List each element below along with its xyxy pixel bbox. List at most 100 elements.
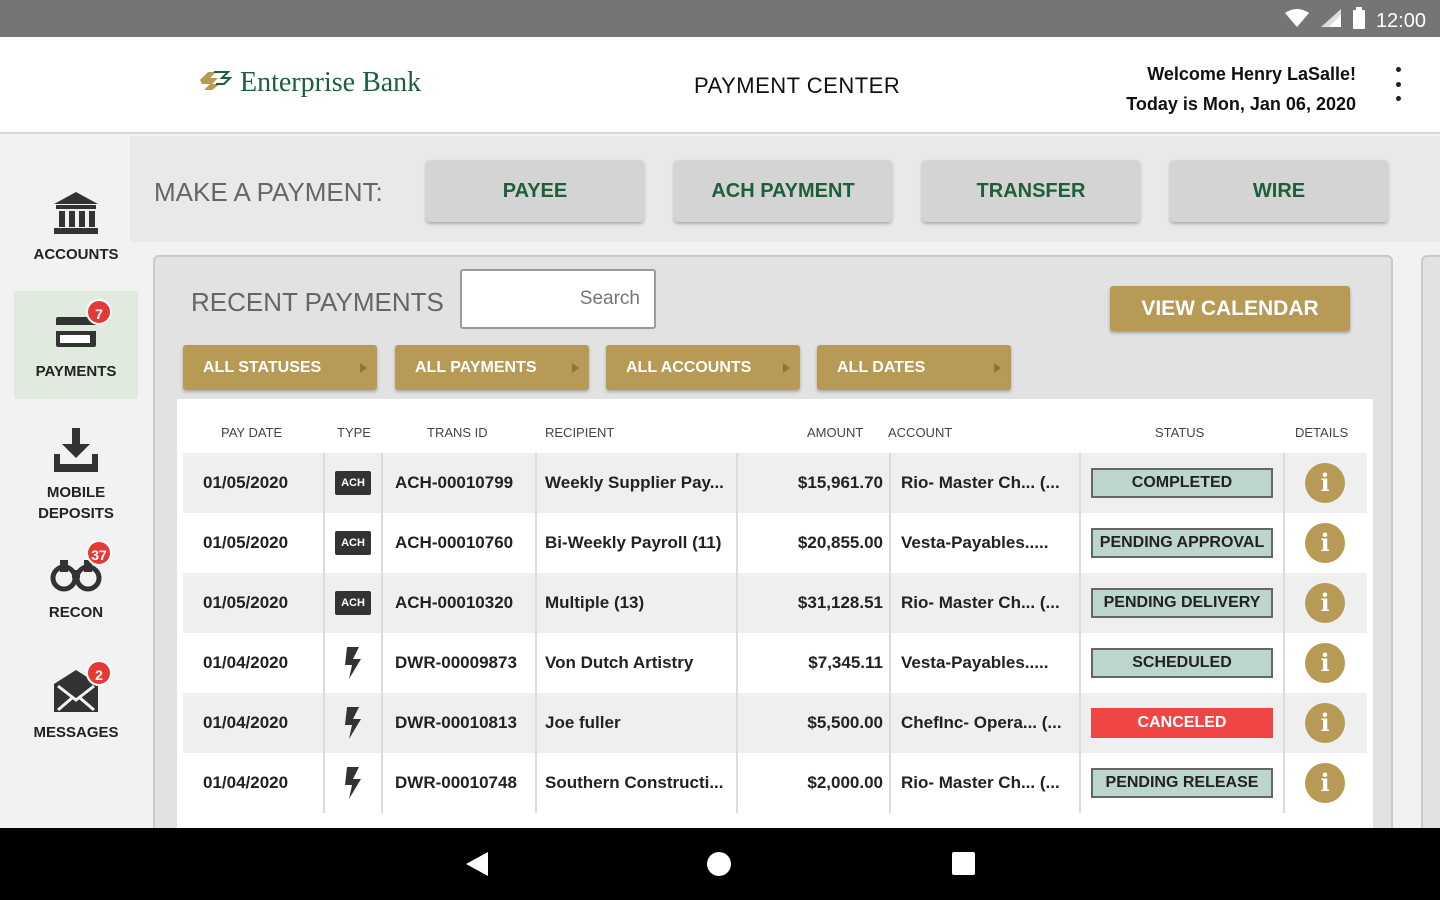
- overflow-menu-icon[interactable]: [1392, 67, 1404, 101]
- cell-divider: [889, 753, 891, 813]
- payments-badge: 7: [86, 299, 112, 325]
- info-icon[interactable]: i: [1305, 463, 1345, 503]
- sidebar-item-recon[interactable]: 37 RECON: [14, 540, 138, 623]
- col-type[interactable]: TYPE: [337, 425, 371, 440]
- col-account[interactable]: ACCOUNT: [888, 425, 952, 440]
- sidebar-item-payments[interactable]: 7 PAYMENTS: [14, 291, 138, 399]
- cell-divider: [323, 753, 325, 813]
- sidebar-label-recon: RECON: [48, 604, 104, 621]
- cell-divider: [1079, 453, 1081, 513]
- cell-pay-date: 01/05/2020: [203, 593, 289, 612]
- table-row[interactable]: 01/04/2020 DWR-00009873 Von Dutch Artistry…: [183, 633, 1367, 693]
- home-icon[interactable]: [707, 852, 731, 876]
- sidebar-item-mobile-deposits[interactable]: MOBILE DEPOSITS: [14, 426, 138, 524]
- table-row[interactable]: 01/04/2020 DWR-00010813 Joe fuller $5,500.0…: [183, 693, 1367, 753]
- messages-badge: 2: [86, 660, 112, 686]
- table-row[interactable]: 01/05/2020 ACH ACH-00010760 Bi-Weekly Payro…: [183, 513, 1367, 573]
- cell-divider: [381, 513, 383, 573]
- cell-trans-id: ACH-00010320: [395, 593, 514, 612]
- cell-recipient: Multiple (13): [545, 593, 645, 612]
- table-row[interactable]: 01/04/2020 DWR-00010748 Southern Construct…: [183, 753, 1367, 813]
- enterprise-bank-logo-icon: [198, 69, 233, 98]
- cell-amount: $15,961.70: [797, 473, 883, 492]
- caret-right-icon: [994, 363, 1001, 373]
- recent-apps-icon[interactable]: [952, 852, 975, 875]
- col-trans-id[interactable]: TRANS ID: [427, 425, 488, 440]
- cell-divider: [381, 453, 383, 513]
- ach-type-icon: ACH: [335, 471, 371, 495]
- cell-divider: [736, 573, 738, 633]
- wire-button[interactable]: WIRE: [1170, 160, 1388, 222]
- status-badge: COMPLETED: [1091, 468, 1273, 498]
- next-card-edge: [1421, 255, 1440, 855]
- cell-divider: [736, 513, 738, 573]
- info-icon[interactable]: i: [1305, 643, 1345, 683]
- table-row[interactable]: 01/05/2020 ACH ACH-00010320 Multiple (13) $3…: [183, 573, 1367, 633]
- col-recipient[interactable]: RECIPIENT: [545, 425, 614, 440]
- cell-divider: [1283, 633, 1285, 693]
- table-row[interactable]: 01/05/2020 ACH ACH-00010799 Weekly Supplier…: [183, 453, 1367, 513]
- cell-account: Vesta-Payables.....: [901, 533, 1049, 552]
- cell-divider: [535, 633, 537, 693]
- cell-divider: [1283, 573, 1285, 633]
- bank-icon: [48, 188, 104, 238]
- cell-divider: [1079, 633, 1081, 693]
- sidebar-label-accounts: ACCOUNTS: [33, 246, 119, 263]
- cell-divider: [1079, 693, 1081, 753]
- cell-divider: [889, 633, 891, 693]
- info-icon[interactable]: i: [1305, 583, 1345, 623]
- sidebar-nav: ACCOUNTS 7 PAYMENTS MOBILE DEPOSITS 37 R…: [0, 136, 138, 828]
- cell-account: Vesta-Payables.....: [901, 653, 1049, 672]
- status-badge: PENDING APPROVAL: [1091, 528, 1273, 558]
- search-input[interactable]: [460, 269, 656, 329]
- bank-name: Enterprise Bank: [240, 67, 422, 98]
- cell-divider: [736, 453, 738, 513]
- cell-divider: [1283, 753, 1285, 813]
- bank-logo[interactable]: Enterprise Bank: [198, 67, 421, 99]
- col-pay-date[interactable]: PAY DATE: [221, 425, 282, 440]
- filter-all-accounts[interactable]: ALL ACCOUNTS: [606, 345, 800, 390]
- cell-amount: $7,345.11: [808, 653, 883, 672]
- welcome-line: Welcome Henry LaSalle!: [1147, 64, 1356, 84]
- payee-button[interactable]: PAYEE: [426, 160, 644, 222]
- status-time: 12:00: [1375, 9, 1426, 32]
- filter-all-payments[interactable]: ALL PAYMENTS: [395, 345, 589, 390]
- view-calendar-button[interactable]: VIEW CALENDAR: [1110, 286, 1350, 331]
- cell-divider: [323, 633, 325, 693]
- welcome-message: Welcome Henry LaSalle! Today is Mon, Jan…: [1126, 59, 1356, 119]
- cell-trans-id: DWR-00010813: [395, 713, 517, 732]
- cell-recipient: Bi-Weekly Payroll (11): [545, 533, 722, 552]
- status-badge: PENDING RELEASE: [1091, 768, 1273, 798]
- cell-divider: [535, 753, 537, 813]
- sidebar-label-payments: PAYMENTS: [35, 363, 117, 380]
- cell-pay-date: 01/04/2020: [203, 653, 289, 672]
- cell-divider: [736, 693, 738, 753]
- cell-divider: [323, 513, 325, 573]
- back-icon[interactable]: [466, 852, 488, 876]
- cell-trans-id: ACH-00010760: [395, 533, 514, 552]
- transfer-button[interactable]: TRANSFER: [922, 160, 1140, 222]
- sidebar-label-messages: MESSAGES: [33, 724, 119, 741]
- app-header: Enterprise Bank PAYMENT CENTER Welcome H…: [0, 37, 1440, 134]
- sidebar-item-accounts[interactable]: ACCOUNTS: [14, 188, 138, 265]
- col-amount[interactable]: AMOUNT: [807, 425, 863, 440]
- filter-all-statuses[interactable]: ALL STATUSES: [183, 345, 377, 390]
- filter-label: ALL PAYMENTS: [415, 359, 537, 376]
- sidebar-item-messages[interactable]: 2 MESSAGES: [14, 660, 138, 743]
- cell-pay-date: 01/05/2020: [203, 473, 289, 492]
- cell-divider: [323, 573, 325, 633]
- info-icon[interactable]: i: [1305, 703, 1345, 743]
- filter-all-dates[interactable]: ALL DATES: [817, 345, 1011, 390]
- table-header: PAY DATE TYPE TRANS ID RECIPIENT AMOUNT …: [177, 417, 1373, 447]
- info-icon[interactable]: i: [1305, 523, 1345, 563]
- cell-amount: $2,000.00: [807, 773, 883, 792]
- battery-icon: [1352, 7, 1366, 35]
- date-line: Today is Mon, Jan 06, 2020: [1126, 94, 1356, 114]
- col-status[interactable]: STATUS: [1155, 425, 1204, 440]
- cell-divider: [1079, 753, 1081, 813]
- info-icon[interactable]: i: [1305, 763, 1345, 803]
- cell-recipient: Von Dutch Artistry: [545, 653, 694, 672]
- filter-label: ALL DATES: [837, 359, 926, 376]
- ach-payment-button[interactable]: ACH PAYMENT: [674, 160, 892, 222]
- filter-label: ALL STATUSES: [203, 359, 322, 376]
